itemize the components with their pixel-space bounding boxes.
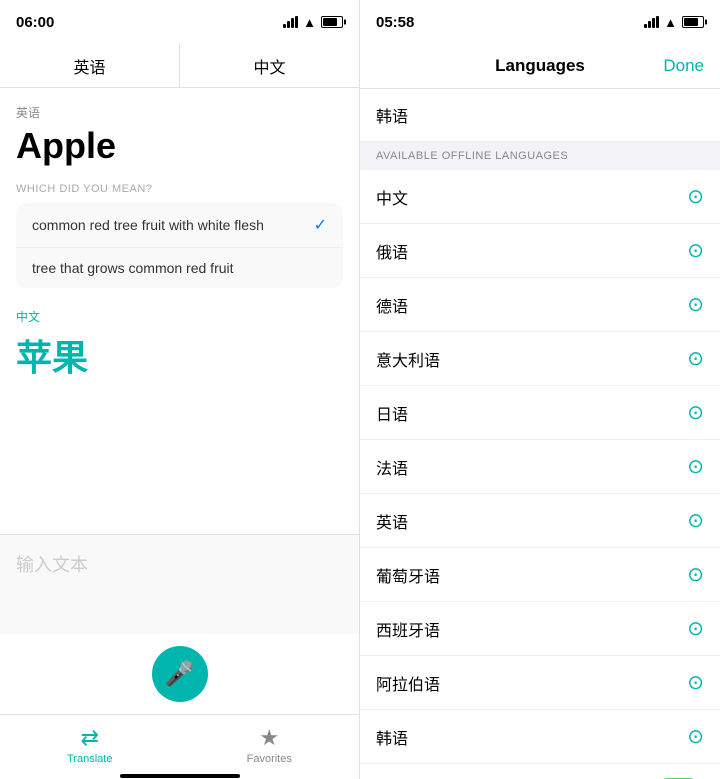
language-tabs: 英语 中文 <box>0 44 359 88</box>
language-list: 韩语 AVAILABLE OFFLINE LANGUAGES 中文 ⊙ 俄语 ⊙… <box>360 89 720 779</box>
input-area[interactable]: 输入文本 <box>0 534 359 634</box>
right-title: Languages <box>495 56 585 76</box>
lang-item-0[interactable]: 中文 ⊙ <box>360 170 720 224</box>
nav-translate-label: Translate <box>67 753 112 765</box>
lang-name-5: 法语 <box>376 455 408 479</box>
nav-favorites[interactable]: ★ Favorites <box>180 715 360 774</box>
right-signal-icon <box>644 16 659 28</box>
lang-name-4: 日语 <box>376 401 408 425</box>
signal-icon <box>283 16 298 28</box>
suggestion-text-0: common red tree fruit with white flesh <box>32 217 264 233</box>
lang-name-3: 意大利语 <box>376 347 440 371</box>
top-language-item[interactable]: 韩语 <box>360 89 720 142</box>
lang-item-5[interactable]: 法语 ⊙ <box>360 440 720 494</box>
download-icon-7[interactable]: ⊙ <box>687 562 704 587</box>
suggestion-text-1: tree that grows common red fruit <box>32 260 234 276</box>
right-time: 05:58 <box>376 14 414 31</box>
lang-name-1: 俄语 <box>376 239 408 263</box>
mic-button[interactable]: 🎤 <box>152 646 208 702</box>
download-icon-5[interactable]: ⊙ <box>687 454 704 479</box>
download-icon-9[interactable]: ⊙ <box>687 670 704 695</box>
home-bar <box>120 774 240 778</box>
lang-item-6[interactable]: 英语 ⊙ <box>360 494 720 548</box>
nav-translate[interactable]: ⇄ Translate <box>0 715 180 774</box>
lang-name-6: 英语 <box>376 509 408 533</box>
target-lang-label: 中文 <box>16 308 343 325</box>
right-wifi-icon: ▲ <box>664 15 677 30</box>
star-icon: ★ <box>259 725 279 751</box>
right-header: Languages Done <box>360 44 720 89</box>
lang-item-1[interactable]: 俄语 ⊙ <box>360 224 720 278</box>
offline-section-header: AVAILABLE OFFLINE LANGUAGES <box>360 142 720 170</box>
lang-name-7: 葡萄牙语 <box>376 563 440 587</box>
lang-item-2[interactable]: 德语 ⊙ <box>360 278 720 332</box>
wifi-icon: ▲ <box>303 15 316 30</box>
translate-icon: ⇄ <box>81 725 99 751</box>
download-icon-2[interactable]: ⊙ <box>687 292 704 317</box>
lang-name-2: 德语 <box>376 293 408 317</box>
bottom-nav: ⇄ Translate ★ Favorites <box>0 714 359 774</box>
tab-chinese[interactable]: 中文 <box>180 44 359 87</box>
lang-item-10[interactable]: 韩语 ⊙ <box>360 710 720 764</box>
download-icon-8[interactable]: ⊙ <box>687 616 704 641</box>
tab-english[interactable]: 英语 <box>0 44 180 87</box>
download-icon-3[interactable]: ⊙ <box>687 346 704 371</box>
lang-name-10: 韩语 <box>376 725 408 749</box>
right-status-bar: 05:58 ▲ <box>360 0 720 44</box>
source-word: Apple <box>16 125 343 167</box>
suggestion-check-0: ✓ <box>314 215 327 235</box>
lang-item-3[interactable]: 意大利语 ⊙ <box>360 332 720 386</box>
lang-name-0: 中文 <box>376 185 408 209</box>
lang-item-4[interactable]: 日语 ⊙ <box>360 386 720 440</box>
which-did-you-mean-label: WHICH DID YOU MEAN? <box>16 183 343 195</box>
left-status-bar: 06:00 ▲ <box>0 0 359 44</box>
suggestions-list: common red tree fruit with white flesh ✓… <box>16 203 343 288</box>
download-icon-6[interactable]: ⊙ <box>687 508 704 533</box>
auto-detect-row: Automatic Detection <box>360 764 720 779</box>
suggestion-item-1[interactable]: tree that grows common red fruit <box>16 248 343 288</box>
translate-content: 英语 Apple WHICH DID YOU MEAN? common red … <box>0 88 359 534</box>
mic-area: 🎤 <box>0 634 359 714</box>
target-word: 苹果 <box>16 329 343 381</box>
mic-icon: 🎤 <box>165 660 195 689</box>
right-status-icons: ▲ <box>644 15 704 30</box>
download-icon-10[interactable]: ⊙ <box>687 724 704 749</box>
download-icon-0[interactable]: ⊙ <box>687 184 704 209</box>
lang-name-9: 阿拉伯语 <box>376 671 440 695</box>
left-time: 06:00 <box>16 14 54 31</box>
left-panel: 06:00 ▲ 英语 中文 英语 Apple WHICH DID YOU M <box>0 0 360 779</box>
left-status-icons: ▲ <box>283 15 343 30</box>
lang-item-8[interactable]: 西班牙语 ⊙ <box>360 602 720 656</box>
lang-name-8: 西班牙语 <box>376 617 440 641</box>
top-language-text: 韩语 <box>376 103 408 127</box>
lang-item-9[interactable]: 阿拉伯语 ⊙ <box>360 656 720 710</box>
source-lang-label: 英语 <box>16 104 343 121</box>
download-icon-4[interactable]: ⊙ <box>687 400 704 425</box>
right-panel: 05:58 ▲ Languages Done 韩语 AVAILABLE OFFL… <box>360 0 720 779</box>
suggestion-item-0[interactable]: common red tree fruit with white flesh ✓ <box>16 203 343 248</box>
lang-item-7[interactable]: 葡萄牙语 ⊙ <box>360 548 720 602</box>
download-icon-1[interactable]: ⊙ <box>687 238 704 263</box>
nav-favorites-label: Favorites <box>247 753 292 765</box>
home-indicator <box>0 774 359 779</box>
input-placeholder: 输入文本 <box>16 551 88 577</box>
battery-icon <box>321 16 343 28</box>
done-button[interactable]: Done <box>663 56 704 76</box>
right-battery-icon <box>682 16 704 28</box>
